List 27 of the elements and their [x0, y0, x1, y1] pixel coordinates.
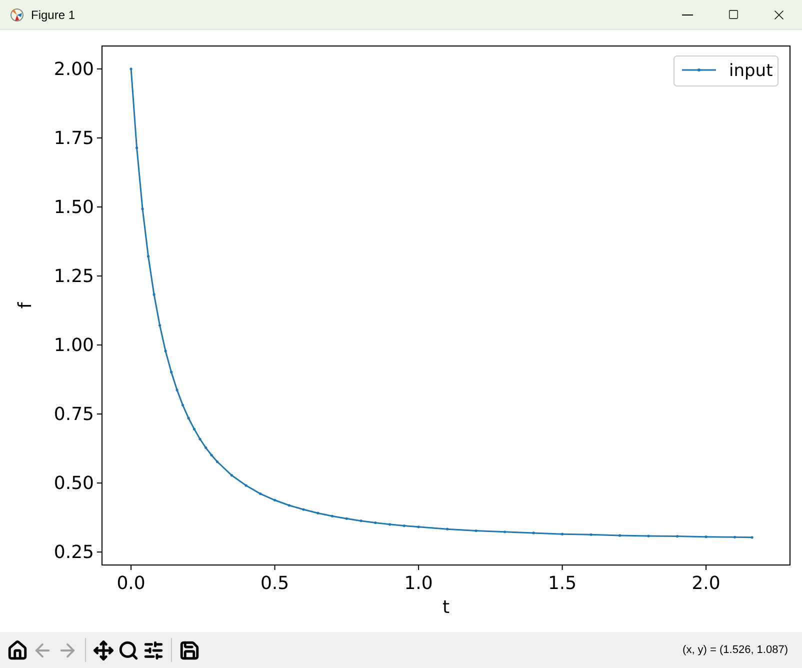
- app-logo-icon: [9, 6, 25, 22]
- y-tick-label: 1.25: [54, 266, 94, 287]
- maximize-icon: [728, 9, 738, 20]
- move-icon: [93, 640, 114, 660]
- y-axis-label: f: [15, 302, 36, 309]
- x-tick-label: 1.5: [548, 573, 577, 594]
- y-tick-label: 1.00: [54, 334, 94, 356]
- home-icon: [7, 640, 28, 660]
- x-tick-label: 2.0: [692, 573, 720, 594]
- coordinate-readout: (x, y) = (1.526, 1.087): [682, 642, 788, 658]
- y-tick-label: 1.50: [54, 196, 94, 218]
- y-tick-label: 0.75: [54, 404, 94, 425]
- x-tick-label: 0.0: [116, 573, 146, 594]
- minimize-icon: [682, 14, 692, 16]
- y-tick-label: 1.75: [54, 128, 94, 149]
- zoom-icon: [118, 640, 139, 660]
- window-title: Figure 1: [31, 6, 76, 24]
- legend-label: input: [729, 61, 773, 81]
- x-tick-label: 1.0: [404, 573, 433, 594]
- x-tick-label: 0.5: [260, 573, 290, 594]
- sliders-icon: [143, 640, 164, 660]
- y-tick-label: 2.00: [54, 58, 94, 80]
- y-tick-label: 0.50: [54, 473, 94, 494]
- legend-line-icon: [682, 68, 716, 72]
- save-icon: [179, 640, 200, 660]
- x-axis-label: t: [442, 597, 450, 618]
- y-tick-label: 0.25: [54, 542, 94, 564]
